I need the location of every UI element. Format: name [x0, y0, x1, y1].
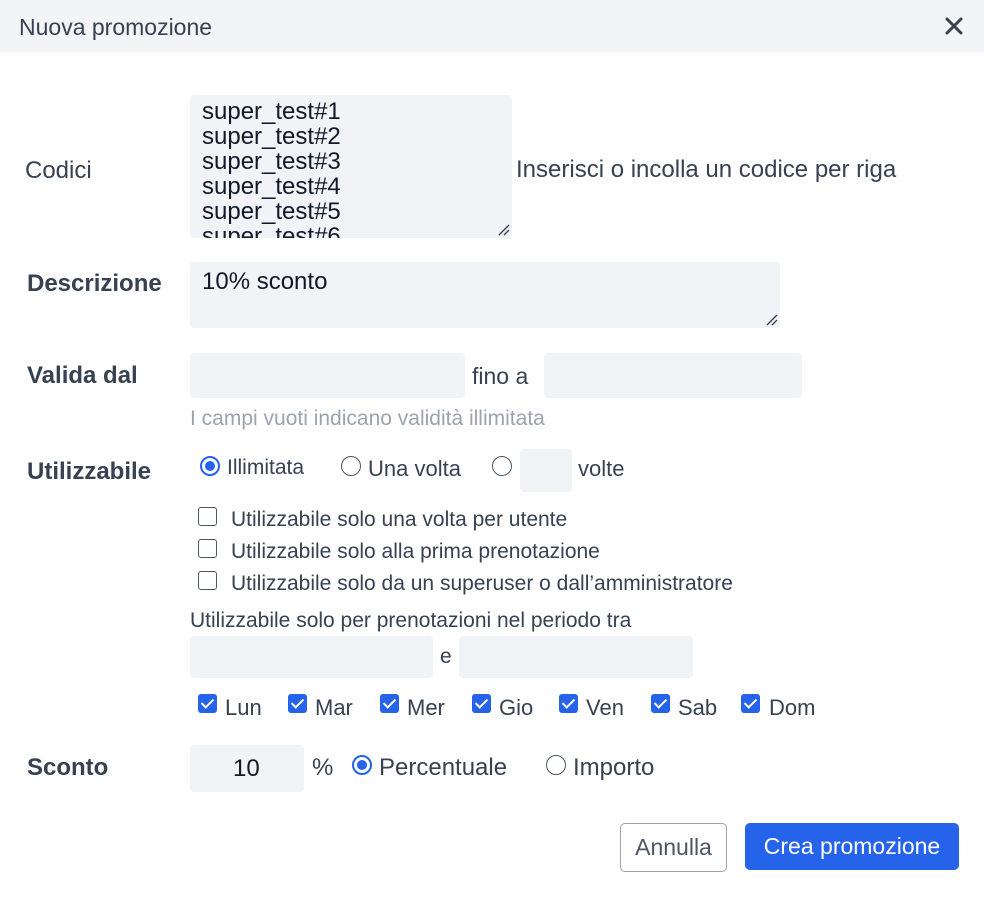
usage-times-suffix: volte — [578, 456, 625, 481]
codes-hint: Inserisci o incolla un codice per riga — [516, 156, 897, 183]
code-line: super_test#4 — [202, 173, 341, 200]
superuser-only-checkbox[interactable] — [198, 571, 217, 590]
codes-textarea[interactable]: super_test#1 super_test#2 super_test#3 s… — [190, 95, 512, 238]
day-lun-checkbox[interactable] — [198, 694, 217, 713]
day-gio-label: Gio — [499, 695, 534, 720]
period-from-input[interactable] — [190, 636, 433, 678]
resize-grip-icon[interactable] — [496, 222, 510, 236]
period-to-input[interactable] — [459, 636, 693, 678]
discount-value-input[interactable]: 10 — [190, 745, 304, 792]
code-line: super_test#1 — [202, 98, 341, 125]
day-dom-checkbox[interactable] — [741, 694, 760, 713]
description-value: 10% sconto — [202, 268, 328, 295]
discount-percentage-label: Percentuale — [379, 754, 508, 781]
close-icon[interactable] — [940, 12, 968, 40]
resize-grip-icon[interactable] — [764, 312, 778, 326]
discount-amount-radio[interactable] — [546, 755, 566, 775]
first-booking-checkbox[interactable] — [198, 539, 217, 558]
day-dom-label: Dom — [769, 695, 816, 720]
valid-to-label: fino a — [472, 363, 529, 389]
day-sab-checkbox[interactable] — [651, 694, 670, 713]
period-and-label: e — [440, 645, 452, 668]
description-textarea[interactable]: 10% sconto — [190, 262, 780, 328]
discount-label: Sconto — [27, 754, 109, 781]
code-line: super_test#3 — [202, 148, 341, 175]
discount-amount-label: Importo — [573, 754, 655, 781]
description-label: Descrizione — [27, 270, 162, 297]
day-lun-label: Lun — [225, 695, 262, 720]
day-gio-checkbox[interactable] — [472, 694, 491, 713]
valid-from-input[interactable] — [190, 353, 465, 398]
code-line: super_test#5 — [202, 198, 341, 225]
discount-unit: % — [312, 754, 334, 781]
code-line: super_test#2 — [202, 123, 341, 150]
discount-percentage-radio[interactable] — [352, 755, 372, 775]
day-ven-label: Ven — [586, 695, 624, 720]
day-ven-checkbox[interactable] — [559, 694, 578, 713]
once-per-user-checkbox[interactable] — [198, 507, 217, 526]
cancel-button[interactable]: Annulla — [620, 823, 727, 872]
valid-to-input[interactable] — [544, 353, 802, 398]
usage-unlimited-radio[interactable] — [200, 456, 220, 476]
usage-unlimited-label: Illimitata — [227, 456, 305, 479]
usage-once-label: Una volta — [368, 456, 461, 481]
day-mer-label: Mer — [407, 695, 445, 720]
code-line: super_test#6 — [202, 223, 341, 238]
dialog-title: Nuova promozione — [19, 14, 213, 40]
validity-label: Valida dal — [27, 362, 138, 389]
codes-label: Codici — [25, 157, 92, 184]
day-sab-label: Sab — [678, 695, 718, 720]
period-label: Utilizzabile solo per prenotazioni nel p… — [190, 609, 632, 632]
day-mar-checkbox[interactable] — [288, 694, 307, 713]
usage-times-radio[interactable] — [492, 456, 512, 476]
validity-hint: I campi vuoti indicano validità illimita… — [190, 407, 545, 430]
usage-times-input[interactable] — [520, 449, 572, 492]
first-booking-label: Utilizzabile solo alla prima prenotazion… — [231, 540, 600, 563]
once-per-user-label: Utilizzabile solo una volta per utente — [231, 508, 568, 531]
usage-once-radio[interactable] — [341, 456, 361, 476]
create-promotion-button[interactable]: Crea promozione — [745, 823, 959, 870]
day-mer-checkbox[interactable] — [380, 694, 399, 713]
usage-label: Utilizzabile — [27, 458, 152, 485]
dialog-header: Nuova promozione — [0, 0, 984, 52]
superuser-only-label: Utilizzabile solo da un superuser o dall… — [231, 572, 733, 595]
day-mar-label: Mar — [315, 695, 353, 720]
